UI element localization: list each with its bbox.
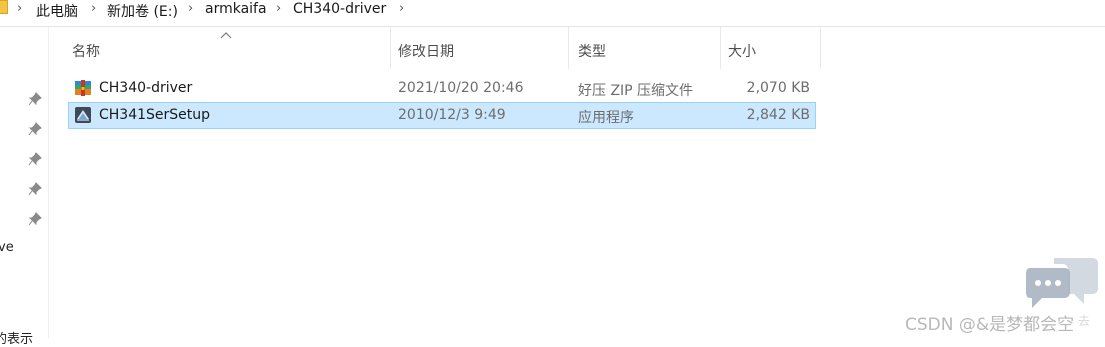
- file-date: 2010/12/3 9:49: [398, 107, 506, 123]
- chevron-right-icon[interactable]: ›: [91, 1, 96, 16]
- pin-icon[interactable]: [28, 92, 42, 106]
- file-name: CH341SerSetup: [99, 107, 211, 123]
- address-bar[interactable]: › 此电脑 › 新加卷 (E:) › armkaifa › CH340-driv…: [0, 0, 1105, 27]
- column-label-date: 修改日期: [398, 44, 454, 60]
- breadcrumb-drive[interactable]: 新加卷 (E:): [107, 1, 178, 21]
- watermark-trail-text: 去: [1078, 314, 1091, 328]
- file-row-selected[interactable]: CH341SerSetup 2010/12/3 9:49 应用程序 2,842 …: [68, 102, 816, 129]
- sort-ascending-icon: [220, 32, 232, 39]
- watermark-text: CSDN @&是梦都会空: [905, 315, 1075, 335]
- chevron-right-icon[interactable]: ›: [188, 1, 193, 16]
- navigation-pane[interactable]: ve 的表示: [0, 27, 49, 347]
- chevron-right-icon[interactable]: ›: [276, 1, 281, 16]
- nav-item-fragment[interactable]: ve: [0, 240, 14, 255]
- zip-archive-icon: [75, 80, 91, 96]
- file-name: CH340-driver: [99, 80, 193, 96]
- column-label-size: 大小: [728, 44, 756, 60]
- pin-icon[interactable]: [28, 152, 42, 166]
- pin-icon[interactable]: [28, 122, 42, 136]
- file-size: 2,842 KB: [746, 107, 810, 123]
- column-label-type: 类型: [578, 44, 606, 60]
- installer-app-icon: [75, 107, 91, 123]
- file-size: 2,070 KB: [746, 80, 810, 96]
- breadcrumb-this-pc[interactable]: 此电脑: [36, 1, 78, 21]
- chat-bubble-icon: [1026, 258, 1098, 308]
- pin-icon[interactable]: [28, 182, 42, 196]
- file-date: 2021/10/20 20:46: [398, 80, 524, 96]
- breadcrumb-ch340-driver[interactable]: CH340-driver: [293, 1, 386, 17]
- column-label-name: 名称: [72, 44, 100, 60]
- chevron-right-icon[interactable]: ›: [399, 1, 404, 16]
- pin-icon[interactable]: [28, 212, 42, 226]
- file-row[interactable]: CH340-driver 2021/10/20 20:46 好压 ZIP 压缩文…: [68, 75, 816, 102]
- file-type: 应用程序: [578, 110, 634, 126]
- folder-icon: [0, 0, 8, 14]
- file-type: 好压 ZIP 压缩文件: [578, 83, 694, 99]
- chevron-right-icon[interactable]: ›: [17, 1, 22, 16]
- breadcrumb-armkaifa[interactable]: armkaifa: [205, 1, 267, 17]
